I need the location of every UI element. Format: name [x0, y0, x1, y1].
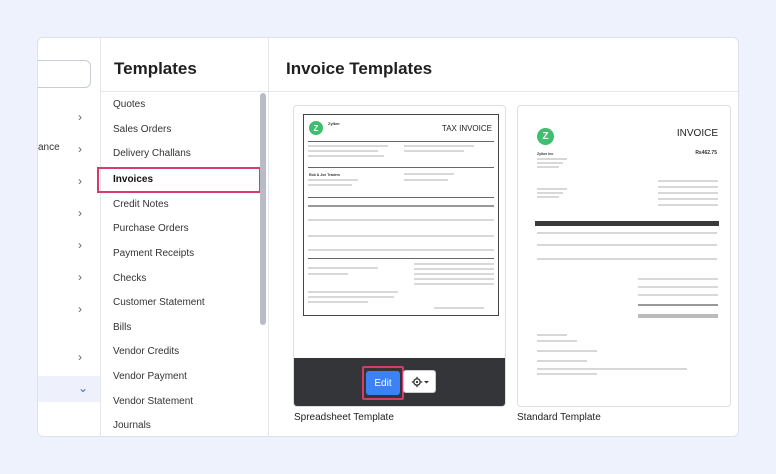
preview-company: Zylker: [328, 121, 340, 126]
sidebar-label-fragment: ance: [38, 142, 60, 153]
template-type-invoices[interactable]: Invoices: [97, 166, 261, 193]
scrollbar[interactable]: [260, 93, 266, 433]
app-window: ance › › › › › › › › ⌄ Templates Quotes …: [37, 37, 739, 437]
company-logo: Z: [309, 121, 323, 135]
template-type-vendor-statement[interactable]: Vendor Statement: [101, 390, 261, 415]
template-type-journals[interactable]: Journals: [101, 414, 261, 436]
preview-balance: Rs462.75: [695, 150, 717, 156]
chevron-down-icon[interactable]: ⌄: [78, 381, 88, 395]
template-type-vendor-payment[interactable]: Vendor Payment: [101, 365, 261, 390]
template-type-list: Quotes Sales Orders Delivery Challans In…: [97, 91, 261, 436]
chevron-right-icon[interactable]: ›: [78, 206, 82, 220]
template-type-purchase-orders[interactable]: Purchase Orders: [101, 217, 261, 242]
sidebar-search-input[interactable]: [38, 60, 91, 88]
template-type-delivery-challans[interactable]: Delivery Challans: [101, 142, 261, 167]
main-content: Invoice Templates Z Zylker TAX INVOICE R…: [269, 38, 738, 436]
template-type-vendor-credits[interactable]: Vendor Credits: [101, 340, 261, 365]
invoice-preview: Z Zylker TAX INVOICE Rob & Joe Traders: [303, 114, 499, 316]
template-name-spreadsheet: Spreadsheet Template: [294, 412, 394, 423]
chevron-right-icon[interactable]: ›: [78, 302, 82, 316]
templates-sidebar: Templates Quotes Sales Orders Delivery C…: [97, 38, 269, 436]
template-card-standard[interactable]: Z INVOICE Rs462.75 Zylker Inc: [517, 105, 731, 407]
chevron-right-icon[interactable]: ›: [78, 350, 82, 364]
template-actions-bar: Edit: [294, 358, 505, 406]
template-type-customer-statement[interactable]: Customer Statement: [101, 291, 261, 316]
chevron-right-icon[interactable]: ›: [78, 142, 82, 156]
template-type-credit-notes[interactable]: Credit Notes: [101, 193, 261, 218]
template-card-spreadsheet[interactable]: Z Zylker TAX INVOICE Rob & Joe Traders E…: [293, 105, 506, 407]
gear-icon: [411, 376, 429, 387]
preview-bill-to: Rob & Joe Traders: [309, 173, 340, 177]
template-type-payment-receipts[interactable]: Payment Receipts: [101, 242, 261, 267]
divider: [269, 91, 738, 92]
edit-button[interactable]: Edit: [366, 371, 400, 395]
preview-heading: INVOICE: [676, 128, 718, 139]
templates-title: Templates: [114, 59, 197, 78]
template-name-standard: Standard Template: [517, 412, 601, 423]
preview-company: Zylker Inc: [537, 152, 554, 156]
template-type-bills[interactable]: Bills: [101, 316, 261, 341]
gear-menu-button[interactable]: [403, 370, 436, 393]
sidebar-item-active[interactable]: ⌄: [38, 376, 100, 402]
edit-highlight: Edit: [362, 366, 404, 400]
chevron-right-icon[interactable]: ›: [78, 238, 82, 252]
chevron-right-icon[interactable]: ›: [78, 110, 82, 124]
template-type-checks[interactable]: Checks: [101, 267, 261, 292]
scrollbar-thumb[interactable]: [260, 93, 266, 325]
main-sidebar: ance › › › › › › › › ⌄: [38, 38, 101, 436]
chevron-right-icon[interactable]: ›: [78, 174, 82, 188]
preview-heading: TAX INVOICE: [441, 124, 492, 133]
chevron-right-icon[interactable]: ›: [78, 270, 82, 284]
template-type-sales-orders[interactable]: Sales Orders: [101, 118, 261, 143]
company-logo: Z: [537, 128, 554, 145]
page-title: Invoice Templates: [286, 59, 433, 78]
template-type-quotes[interactable]: Quotes: [101, 93, 261, 118]
